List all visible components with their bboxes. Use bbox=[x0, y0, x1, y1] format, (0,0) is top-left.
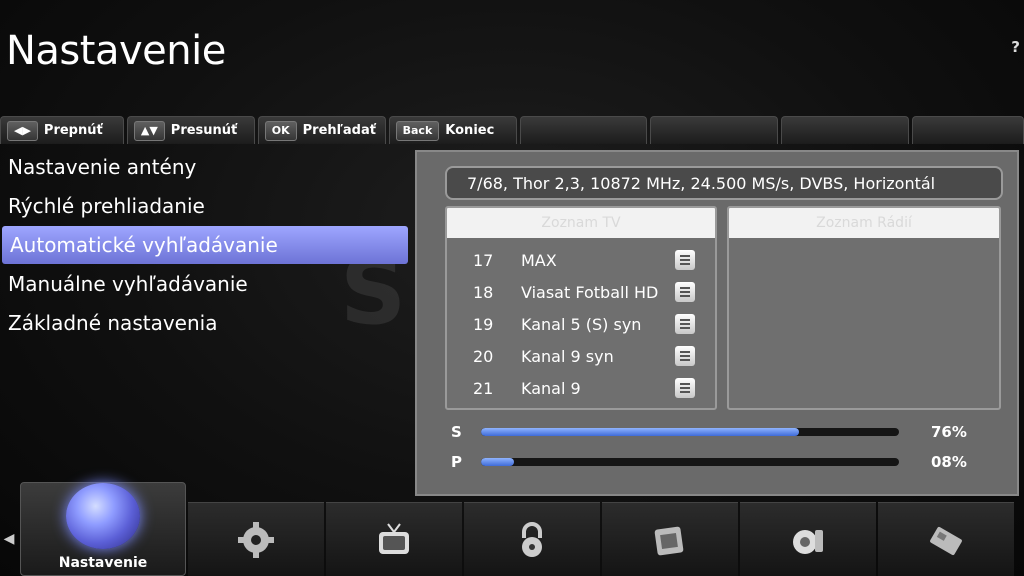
signal-strength-row: S 76% bbox=[451, 422, 1011, 442]
dock-item-settings[interactable]: Nastavenie bbox=[20, 482, 186, 576]
signal-label: S bbox=[451, 423, 462, 441]
dock-item-lock[interactable] bbox=[464, 502, 600, 576]
channel-name: Viasat Fotball HD bbox=[521, 282, 659, 302]
channel-row: 19 Kanal 5 (S) syn bbox=[447, 308, 715, 340]
radio-list-title: Zoznam Rádií bbox=[816, 215, 912, 231]
page-title: Nastavenie bbox=[6, 28, 226, 74]
tv-channel-list: Zoznam TV 17 MAX 18 Viasat Fotball HD 19… bbox=[445, 206, 717, 410]
dock-item-projector[interactable] bbox=[740, 502, 876, 576]
signal-quality-value: 08% bbox=[931, 453, 967, 471]
gear-icon bbox=[238, 521, 274, 558]
channel-row: 17 MAX bbox=[447, 244, 715, 276]
key-hint-label: Koniec bbox=[445, 123, 495, 138]
left-right-key-icon: ◀▶ bbox=[7, 120, 38, 141]
channel-number: 20 bbox=[473, 346, 494, 366]
key-hint-label: Prepnúť bbox=[43, 123, 103, 138]
tv-list-header: Zoznam TV bbox=[447, 208, 715, 238]
channel-name: MAX bbox=[521, 250, 557, 270]
channel-number: 21 bbox=[473, 378, 494, 398]
help-icon[interactable]: ? bbox=[1011, 38, 1020, 56]
radio-channel-list: Zoznam Rádií bbox=[727, 206, 1001, 410]
dock-item-media[interactable] bbox=[602, 502, 738, 576]
key-hint-empty bbox=[781, 116, 910, 144]
menu-item-auto-search[interactable]: Automatické vyhľadávanie bbox=[2, 226, 408, 264]
projector-icon bbox=[793, 529, 823, 554]
menu-item-basic-settings[interactable]: Základné nastavenia bbox=[0, 304, 412, 342]
key-hint-label: Presunúť bbox=[170, 123, 238, 138]
key-hint-switch: ◀▶ Prepnúť bbox=[0, 116, 124, 144]
channel-row: 21 Kanal 9 bbox=[447, 372, 715, 404]
channel-name: Kanal 9 syn bbox=[521, 346, 614, 366]
signal-strength-bar bbox=[481, 428, 899, 436]
channel-row: 20 Kanal 9 syn bbox=[447, 340, 715, 372]
tv-list-title: Zoznam TV bbox=[541, 215, 621, 231]
up-down-key-icon: ▲▼ bbox=[133, 120, 165, 141]
globe-icon bbox=[66, 483, 140, 549]
key-hint-exit: Back Koniec bbox=[388, 116, 517, 144]
signal-quality-fill bbox=[481, 458, 515, 466]
key-hint-move: ▲▼ Presunúť bbox=[126, 116, 255, 144]
transponder-info: 7/68, Thor 2,3, 10872 MHz, 24.500 MS/s, … bbox=[445, 166, 1003, 200]
channel-type-icon bbox=[675, 346, 695, 366]
channel-number: 19 bbox=[473, 314, 494, 334]
tv-list-body: 17 MAX 18 Viasat Fotball HD 19 Kanal 5 (… bbox=[447, 238, 715, 404]
back-key-icon: Back bbox=[395, 120, 440, 141]
dock-item-tv[interactable] bbox=[326, 502, 462, 576]
dock-left-arrow-icon[interactable]: ◀ bbox=[0, 502, 18, 576]
channel-type-icon bbox=[675, 378, 695, 398]
key-hint-empty bbox=[912, 116, 1024, 144]
key-hint-bar: ◀▶ Prepnúť ▲▼ Presunúť OK Prehľadať Back… bbox=[0, 116, 1024, 144]
dock-item-gear[interactable] bbox=[188, 502, 324, 576]
key-hint-search: OK Prehľadať bbox=[257, 116, 386, 144]
signal-quality-row: P 08% bbox=[451, 452, 1011, 472]
channel-type-icon bbox=[675, 314, 695, 334]
key-hint-empty bbox=[519, 116, 648, 144]
radio-list-header: Zoznam Rádií bbox=[729, 208, 999, 238]
quality-label: P bbox=[451, 453, 462, 471]
channel-name: Kanal 5 (S) syn bbox=[521, 314, 642, 334]
dock-item-label: Nastavenie bbox=[58, 555, 148, 571]
tv-icon bbox=[379, 522, 409, 554]
bottom-dock: ◀ Nastavenie bbox=[0, 482, 1024, 576]
signal-quality-bar bbox=[481, 458, 899, 466]
channel-number: 18 bbox=[473, 282, 494, 302]
lock-icon bbox=[522, 521, 542, 557]
settings-menu: Nastavenie antény Rýchlé prehliadanie Au… bbox=[0, 148, 412, 343]
ok-key-icon: OK bbox=[264, 120, 297, 141]
signal-strength-fill bbox=[481, 428, 799, 436]
channel-type-icon bbox=[675, 250, 695, 270]
tv-settings-screen: SATELITNÉ.SK Nastavenie ? ◀▶ Prepnúť ▲▼ … bbox=[0, 0, 1024, 576]
channel-number: 17 bbox=[473, 250, 494, 270]
channel-type-icon bbox=[675, 282, 695, 302]
key-hint-empty bbox=[650, 116, 779, 144]
card-icon bbox=[930, 526, 962, 555]
signal-strength-value: 76% bbox=[931, 423, 967, 441]
menu-item-quick-browse[interactable]: Rýchlé prehliadanie bbox=[0, 187, 412, 225]
menu-item-manual-search[interactable]: Manuálne vyhľadávanie bbox=[0, 265, 412, 303]
channel-row: 18 Viasat Fotball HD bbox=[447, 276, 715, 308]
menu-item-antenna[interactable]: Nastavenie antény bbox=[0, 148, 412, 186]
film-icon bbox=[654, 526, 684, 555]
key-hint-label: Prehľadať bbox=[302, 123, 376, 138]
dock-item-card[interactable] bbox=[878, 502, 1014, 576]
channel-name: Kanal 9 bbox=[521, 378, 581, 398]
scan-panel: 7/68, Thor 2,3, 10872 MHz, 24.500 MS/s, … bbox=[415, 150, 1019, 496]
